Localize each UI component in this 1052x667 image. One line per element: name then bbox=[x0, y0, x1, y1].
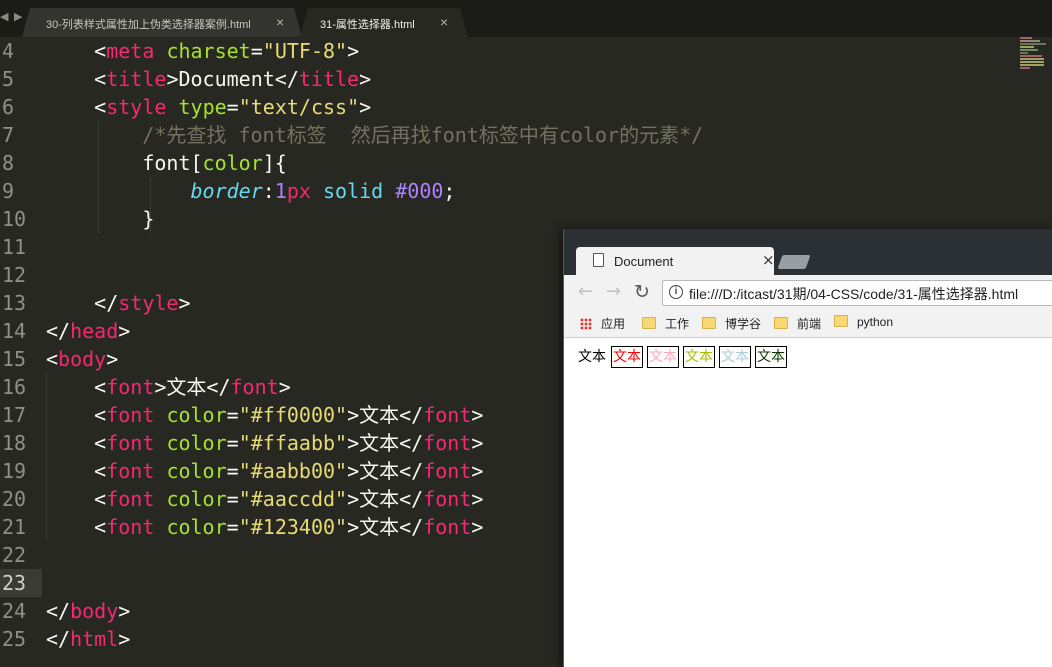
browser-titlebar: Document × bbox=[564, 229, 1052, 275]
bookmark-label: 工作 bbox=[665, 317, 690, 331]
browser-window: Document × ← → ↻ i file:///D:/itcast/31期… bbox=[563, 229, 1052, 667]
line-number: 16 bbox=[2, 375, 27, 399]
code-line: </style> bbox=[46, 291, 191, 315]
line-number: 12 bbox=[2, 263, 27, 287]
code-line: <font>文本</font> bbox=[46, 375, 291, 399]
folder-icon bbox=[702, 317, 716, 329]
code-line: </body> bbox=[46, 599, 131, 623]
line-number: 9 bbox=[2, 179, 15, 203]
code-line: <meta charset="UTF-8"> bbox=[46, 39, 360, 63]
code-line: </html> bbox=[46, 627, 131, 651]
browser-tab-title: Document bbox=[614, 254, 674, 269]
folder-icon bbox=[642, 317, 656, 329]
line-number: 11 bbox=[2, 235, 27, 259]
bookmark-label: 前端 bbox=[797, 317, 822, 331]
bookmark-apps[interactable]: 应用 bbox=[580, 315, 625, 332]
colored-font-text: 文本 bbox=[683, 346, 715, 368]
colored-font-text: 文本 bbox=[647, 346, 679, 368]
code-line: <font color="#123400">文本</font> bbox=[46, 515, 484, 539]
reload-icon[interactable]: ↻ bbox=[634, 281, 650, 303]
code-line: } bbox=[46, 207, 155, 231]
code-editor[interactable]: <meta charset="UTF-8"> <title>Document</… bbox=[46, 37, 704, 653]
colored-font-text: 文本 bbox=[611, 346, 643, 368]
line-number: 17 bbox=[2, 403, 27, 427]
close-icon[interactable]: × bbox=[276, 14, 284, 30]
code-line: /*先查找 font标签 然后再找font标签中有color的元素*/ bbox=[142, 123, 704, 147]
editor-tab-30[interactable]: 30-列表样式属性加上伪类选择器案例.html × bbox=[22, 8, 302, 37]
line-number: 19 bbox=[2, 459, 27, 483]
code-line: <font color="#ff0000">文本</font> bbox=[46, 403, 484, 427]
line-number: 4 bbox=[2, 39, 15, 63]
browser-tab[interactable]: Document × bbox=[576, 247, 775, 275]
line-number: 10 bbox=[2, 207, 27, 231]
code-line: font[color]{ bbox=[46, 151, 287, 175]
bookmark-label: 博学谷 bbox=[725, 317, 762, 331]
line-number: 14 bbox=[2, 319, 27, 343]
tab-label: 31-属性选择器.html bbox=[320, 19, 415, 31]
close-icon[interactable]: × bbox=[440, 14, 448, 30]
line-number: 23 bbox=[2, 571, 27, 595]
line-number: 24 bbox=[2, 599, 27, 623]
bookmark-label: python bbox=[857, 315, 894, 329]
close-icon[interactable]: × bbox=[762, 251, 775, 269]
bookmark-label: 应用 bbox=[601, 317, 626, 331]
line-number: 20 bbox=[2, 487, 27, 511]
browser-toolbar: ← → ↻ i file:///D:/itcast/31期/04-CSS/cod… bbox=[564, 275, 1052, 309]
code-line: <style type="text/css"> bbox=[46, 95, 372, 119]
bookmark-folder-python[interactable]: python bbox=[834, 315, 893, 329]
colored-font-text: 文本 bbox=[719, 346, 751, 368]
colored-font-text: 文本 bbox=[755, 346, 787, 368]
url-text: file:///D:/itcast/31期/04-CSS/code/31-属性选… bbox=[689, 286, 1019, 302]
code-line: </head> bbox=[46, 319, 131, 343]
bookmark-folder-boxuegu[interactable]: 博学谷 bbox=[702, 315, 761, 332]
line-number: 6 bbox=[2, 95, 15, 119]
line-number: 8 bbox=[2, 151, 15, 175]
info-icon[interactable]: i bbox=[669, 285, 683, 299]
line-number: 7 bbox=[2, 123, 15, 147]
line-number-gutter: 4 5 6 7 8 9 10 11 12 13 14 15 16 17 18 19 20 21 22 23 24 25 bbox=[0, 37, 44, 653]
code-line: border:1px solid #000; bbox=[190, 179, 456, 203]
folder-icon bbox=[834, 315, 848, 327]
tab-label: 30-列表样式属性加上伪类选择器案例.html bbox=[46, 19, 251, 31]
code-line: <font color="#aaccdd">文本</font> bbox=[46, 487, 484, 511]
bookmark-folder-work[interactable]: 工作 bbox=[642, 315, 689, 332]
editor-tab-31[interactable]: 31-属性选择器.html × bbox=[300, 8, 468, 37]
line-number: 21 bbox=[2, 515, 27, 539]
editor-tab-bar: ◀ ▶ 30-列表样式属性加上伪类选择器案例.html × 31-属性选择器.h… bbox=[0, 0, 1052, 37]
line-number: 5 bbox=[2, 67, 15, 91]
apps-grid-icon bbox=[580, 318, 592, 330]
code-line: <title>Document</title> bbox=[46, 67, 372, 91]
address-bar[interactable]: i file:///D:/itcast/31期/04-CSS/code/31-属… bbox=[662, 280, 1052, 306]
tab-nav-arrows[interactable]: ◀ ▶ bbox=[0, 10, 23, 23]
code-line: <font color="#ffaabb">文本</font> bbox=[46, 431, 484, 455]
forward-arrow-icon[interactable]: → bbox=[606, 281, 621, 302]
bookmarks-bar: 应用 工作 博学谷 前端 python bbox=[564, 309, 1052, 338]
line-number: 22 bbox=[2, 543, 27, 567]
back-arrow-icon[interactable]: ← bbox=[578, 281, 593, 302]
folder-icon bbox=[774, 317, 788, 329]
plain-font-text: 文本 bbox=[578, 349, 606, 365]
code-line: <font color="#aabb00">文本</font> bbox=[46, 459, 484, 483]
line-number: 13 bbox=[2, 291, 27, 315]
bookmark-folder-frontend[interactable]: 前端 bbox=[774, 315, 821, 332]
new-tab-button[interactable] bbox=[777, 255, 811, 269]
code-line: <body> bbox=[46, 347, 119, 371]
page-content: 文本 文本 文本 文本 文本 文本 bbox=[577, 346, 791, 368]
minimap[interactable] bbox=[1020, 37, 1050, 87]
line-number: 18 bbox=[2, 431, 27, 455]
line-number: 25 bbox=[2, 627, 27, 651]
document-icon bbox=[593, 253, 604, 267]
line-number: 15 bbox=[2, 347, 27, 371]
